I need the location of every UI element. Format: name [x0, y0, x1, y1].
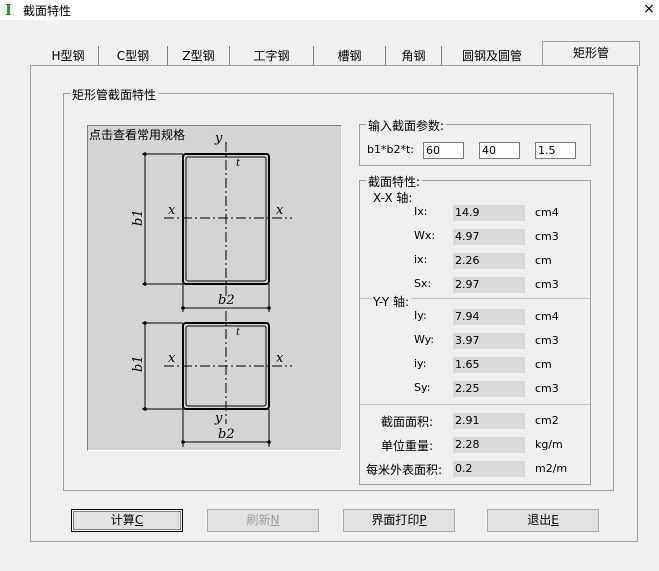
wx-label: Wx: — [414, 229, 436, 242]
wy-unit: cm3 — [535, 334, 559, 347]
tab-z-steel[interactable]: Z型钢 — [168, 46, 230, 66]
tab-c-steel[interactable]: C型钢 — [99, 46, 168, 66]
close-icon[interactable]: × — [639, 0, 659, 20]
ix-radius-label: ix: — [414, 253, 428, 266]
wy-value: 3.97 — [453, 333, 525, 349]
sx-label: Sx: — [414, 277, 432, 290]
iy-label: Iy: — [414, 309, 427, 322]
calculate-hotkey: C — [134, 513, 144, 527]
props-group-title: 截面特性: — [366, 173, 423, 190]
t-label-bottom: t — [236, 327, 241, 338]
exit-button[interactable]: 退出E — [487, 509, 599, 532]
calculate-button[interactable]: 计算C — [71, 509, 183, 532]
tab-angle[interactable]: 角钢 — [386, 46, 442, 66]
weight-unit: kg/m — [535, 438, 563, 451]
sy-label: Sy: — [414, 381, 431, 394]
window-title: 截面特性 — [23, 4, 72, 18]
refresh-button[interactable]: 刷新N — [207, 509, 319, 532]
weight-label: 单位重量: — [381, 439, 434, 453]
iy-radius-unit: cm — [535, 358, 552, 371]
iy-unit: cm4 — [535, 310, 559, 323]
area-label: 截面面积: — [381, 415, 434, 429]
area-unit: cm2 — [535, 414, 559, 427]
iy-radius-value: 1.65 — [453, 357, 525, 373]
ix-value: 14.9 — [453, 205, 525, 221]
x-axis-label-left-bottom: x — [168, 351, 176, 366]
exit-hotkey: E — [551, 513, 559, 527]
tab-channel[interactable]: 槽钢 — [314, 46, 386, 66]
x-axis-label-right-top: x — [276, 203, 284, 218]
dimension-label: b1*b2*t: — [367, 143, 414, 156]
sy-unit: cm3 — [535, 382, 559, 395]
surface-area-label: 每米外表面积: — [366, 463, 443, 477]
b2-label-bottom: b2 — [218, 427, 235, 442]
i-beam-app-icon: I — [5, 1, 13, 19]
ix-radius-unit: cm — [535, 254, 552, 267]
tab-round[interactable]: 圆钢及圆管 — [442, 46, 542, 66]
refresh-label: 刷新 — [246, 513, 271, 527]
sy-value: 2.25 — [453, 381, 525, 397]
iy-radius-label: iy: — [414, 357, 427, 370]
section-group-title: 矩形管截面特性 — [70, 86, 159, 103]
tab-h-steel[interactable]: H型钢 — [38, 46, 99, 66]
refresh-hotkey: N — [270, 513, 280, 527]
xx-axis-heading: X-X 轴: — [373, 191, 413, 205]
tab-rect-tube[interactable]: 矩形管 — [542, 41, 640, 66]
exit-label: 退出 — [527, 513, 552, 527]
b1-label-top: b1 — [131, 209, 146, 226]
iy-value: 7.94 — [453, 309, 525, 325]
rect-tube-diagram: y x x t b2 b1 x x t y b2 b1 — [131, 131, 292, 447]
calculate-label: 计算 — [110, 513, 135, 527]
ix-label: Ix: — [414, 205, 428, 218]
surface-area-unit: m2/m — [535, 462, 568, 475]
input-group-title: 输入截面参数: — [366, 117, 447, 134]
ix-radius-value: 2.26 — [453, 253, 525, 269]
wx-unit: cm3 — [535, 230, 559, 243]
x-axis-label-right-bottom: x — [276, 351, 284, 366]
ix-unit: cm4 — [535, 206, 559, 219]
x-axis-label-left-top: x — [168, 203, 176, 218]
t-input[interactable] — [535, 142, 576, 159]
tab-i-beam[interactable]: 工字钢 — [230, 46, 314, 66]
print-button[interactable]: 界面打印P — [343, 509, 455, 532]
surface-area-value: 0.2 — [453, 461, 525, 477]
yy-axis-heading: Y-Y 轴: — [373, 293, 412, 310]
b2-input[interactable] — [479, 142, 520, 159]
section-figure[interactable]: 点击查看常用规格 y x x t b2 b1 x x t y b2 b1 — [87, 125, 342, 451]
b1-label-bottom: b1 — [131, 355, 146, 372]
print-hotkey: P — [419, 513, 427, 527]
weight-value: 2.28 — [453, 437, 525, 453]
print-label: 界面打印 — [371, 513, 420, 527]
sx-unit: cm3 — [535, 278, 559, 291]
sx-value: 2.97 — [453, 277, 525, 293]
divider-yy-other — [360, 404, 590, 405]
b2-label-top: b2 — [218, 293, 235, 308]
y-axis-label-top: y — [214, 131, 223, 146]
t-label-top: t — [236, 158, 241, 169]
wy-label: Wy: — [414, 333, 435, 346]
title-bar: I 截面特性 × — [0, 0, 659, 20]
wx-value: 4.97 — [453, 229, 525, 245]
y-axis-label-bottom: y — [214, 411, 223, 426]
area-value: 2.91 — [453, 413, 525, 429]
b1-input[interactable] — [423, 142, 464, 159]
